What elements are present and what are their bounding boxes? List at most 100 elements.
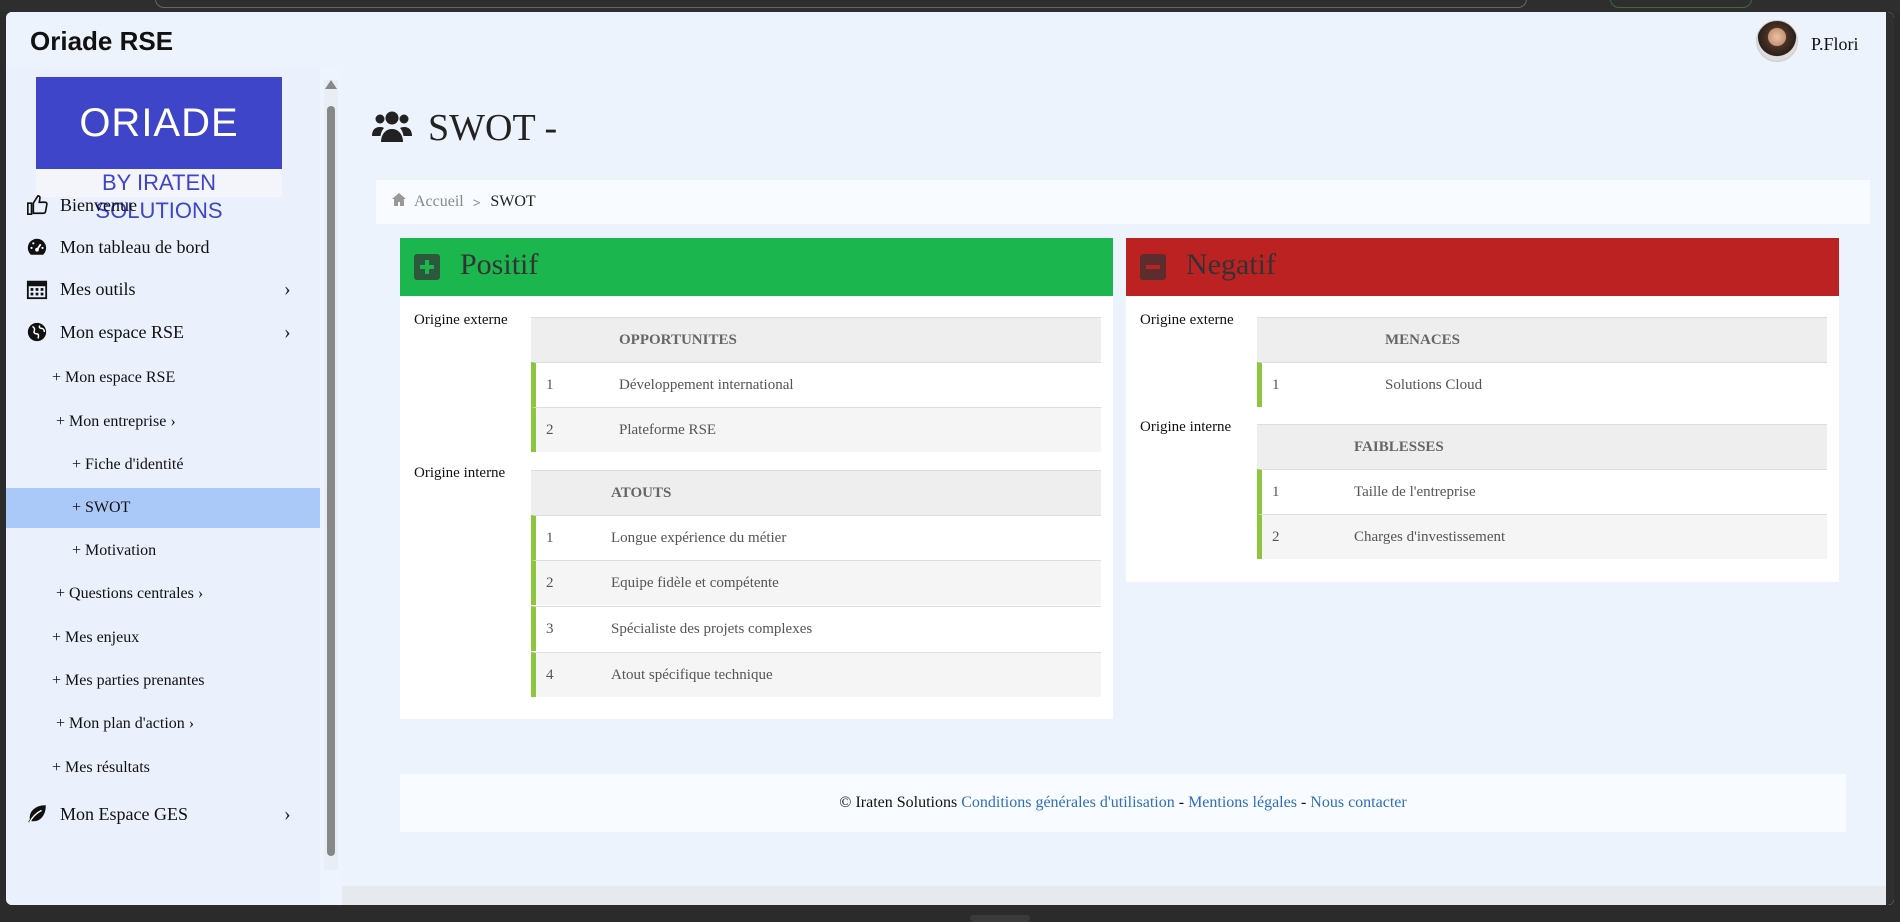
positive-panel-title: Positif xyxy=(460,248,539,281)
sidebar-item-label: Mon Espace GES xyxy=(60,803,188,824)
menaces-header: MENACES xyxy=(1257,317,1827,362)
row-number: 4 xyxy=(546,666,554,683)
page-header: SWOT - xyxy=(372,106,557,150)
footer-separator: - xyxy=(1178,794,1185,811)
sidebar-subitem-swot[interactable]: + SWOT xyxy=(6,488,320,528)
origin-externe-label: Origine externe xyxy=(414,312,508,328)
positive-panel: Positif Origine externe OPPORTUNITES 1 D… xyxy=(400,238,1113,719)
negative-panel-title: Negatif xyxy=(1186,248,1276,281)
sidebar-subitem-parties-prenantes[interactable]: + Mes parties prenantes xyxy=(6,661,320,701)
minus-icon xyxy=(1140,254,1166,280)
sidebar-item-espace-rse[interactable]: Mon espace RSE › xyxy=(6,310,320,354)
subitem-label: + Questions centrales › xyxy=(56,585,204,602)
company-logo[interactable]: ORIADE BY IRATEN SOLUTIONS xyxy=(36,77,282,223)
sidebar-item-mes-outils[interactable]: Mes outils › xyxy=(6,267,320,311)
menaces-header-label: MENACES xyxy=(1385,331,1461,348)
plus-icon xyxy=(414,254,440,280)
scrollbar-thumb[interactable] xyxy=(327,106,335,856)
sidebar-item-bienvenue[interactable]: Bienvenue xyxy=(6,183,320,227)
breadcrumb-current: SWOT xyxy=(490,193,536,210)
sidebar-scrollbar[interactable] xyxy=(324,80,338,870)
taskbar-handle[interactable] xyxy=(970,915,1030,922)
row-number: 1 xyxy=(1272,483,1280,500)
sidebar-item-espace-ges[interactable]: Mon Espace GES › xyxy=(6,792,320,836)
footer-link-mentions[interactable]: Mentions légales xyxy=(1188,794,1297,812)
sidebar-item-tableau-de-bord[interactable]: Mon tableau de bord xyxy=(6,225,320,269)
sidebar-subitem-entreprise[interactable]: + Mon entreprise › xyxy=(6,402,320,442)
table-row: 2 Equipe fidèle et compétente xyxy=(531,560,1101,605)
row-number: 1 xyxy=(546,376,554,393)
sidebar-item-label: Mon espace RSE xyxy=(60,321,184,342)
chevron-right-icon: › xyxy=(284,320,291,343)
row-number: 1 xyxy=(1272,376,1280,393)
window-right-edge xyxy=(1886,12,1894,905)
row-number: 1 xyxy=(546,529,554,546)
row-text: Atout spécifique technique xyxy=(611,666,773,683)
page-title: SWOT - xyxy=(428,107,558,149)
app-title: Oriade RSE xyxy=(30,26,174,56)
faiblesses-header: FAIBLESSES xyxy=(1257,424,1827,469)
users-icon xyxy=(372,108,412,149)
globe-icon xyxy=(24,319,50,345)
footer-link-cgu[interactable]: Conditions générales d'utilisation xyxy=(961,794,1175,812)
breadcrumb-separator: > xyxy=(472,194,481,210)
app-header: Oriade RSE P.Flori xyxy=(6,12,1894,68)
subitem-label: + Mon plan d'action › xyxy=(56,715,195,732)
taskbar-strip xyxy=(0,905,1900,922)
sidebar-subitem-motivation[interactable]: + Motivation xyxy=(6,531,320,571)
row-number: 2 xyxy=(1272,528,1280,545)
origin-externe-label: Origine externe xyxy=(1140,312,1234,328)
breadcrumb-home-link[interactable]: Accueil xyxy=(414,193,464,211)
main-bottom-bar xyxy=(342,886,1894,905)
main-content: SWOT - Accueil > SWOT Positif Origine ex… xyxy=(342,68,1894,905)
atouts-header: ATOUTS xyxy=(531,470,1101,515)
row-text: Plateforme RSE xyxy=(619,421,717,438)
sidebar-subitem-enjeux[interactable]: + Mes enjeux xyxy=(6,618,320,658)
negative-panel-header: Negatif xyxy=(1126,238,1839,296)
leaf-icon xyxy=(24,801,50,827)
app-window: Oriade RSE P.Flori ORIADE BY IRATEN SOLU… xyxy=(6,12,1894,905)
sidebar-subitem-plan-action[interactable]: + Mon plan d'action › xyxy=(6,704,320,744)
subitem-label: + Mes parties prenantes xyxy=(52,672,205,689)
sidebar-subitem-resultats[interactable]: + Mes résultats xyxy=(6,748,320,788)
footer-link-contact[interactable]: Nous contacter xyxy=(1310,794,1406,812)
breadcrumb: Accueil > SWOT xyxy=(376,180,1870,224)
chevron-right-icon: › xyxy=(284,802,291,825)
sidebar-item-label: Mes outils xyxy=(60,278,136,299)
footer-separator: - xyxy=(1300,794,1307,811)
row-text: Spécialiste des projets complexes xyxy=(611,620,813,637)
subitem-label: + Mon espace RSE xyxy=(52,369,176,386)
subitem-label: + SWOT xyxy=(72,499,131,516)
atouts-header-label: ATOUTS xyxy=(611,484,672,501)
table-row: 1 Solutions Cloud xyxy=(1257,362,1827,407)
footer: © Iraten Solutions Conditions générales … xyxy=(400,774,1846,832)
sidebar-subitem-espace-rse[interactable]: + Mon espace RSE xyxy=(6,358,320,398)
avatar[interactable] xyxy=(1756,20,1798,62)
table-row: 1 Développement international xyxy=(531,362,1101,407)
browser-top-strip xyxy=(0,0,1900,12)
table-row: 4 Atout spécifique technique xyxy=(531,652,1101,697)
row-text: Longue expérience du métier xyxy=(611,529,787,546)
footer-copyright: © Iraten Solutions xyxy=(839,794,958,811)
opportunites-header: OPPORTUNITES xyxy=(531,317,1101,362)
table-row: 1 Taille de l'entreprise xyxy=(1257,469,1827,514)
scroll-up-arrow-icon[interactable] xyxy=(325,80,337,89)
row-text: Equipe fidèle et compétente xyxy=(611,574,779,591)
logo-top-text: ORIADE xyxy=(79,100,239,145)
sidebar-subitem-fiche-identite[interactable]: + Fiche d'identité xyxy=(6,445,320,485)
user-name[interactable]: P.Flori xyxy=(1811,34,1859,55)
table-row: 2 Plateforme RSE xyxy=(531,407,1101,452)
row-number: 2 xyxy=(546,421,554,438)
negative-panel: Negatif Origine externe MENACES 1 Soluti… xyxy=(1126,238,1839,582)
browser-button[interactable] xyxy=(1610,0,1752,8)
table-row: 2 Charges d'investissement xyxy=(1257,514,1827,559)
subitem-label: + Mon entreprise › xyxy=(56,413,176,430)
browser-address-bar[interactable] xyxy=(155,0,1527,8)
subitem-label: + Fiche d'identité xyxy=(72,456,184,473)
chevron-right-icon: › xyxy=(284,277,291,300)
sidebar-subitem-questions-centrales[interactable]: + Questions centrales › xyxy=(6,574,320,614)
sidebar: ORIADE BY IRATEN SOLUTIONS Bienvenue Mon… xyxy=(6,68,320,905)
home-icon[interactable] xyxy=(392,193,406,211)
subitem-label: + Mes enjeux xyxy=(52,629,140,646)
origin-interne-label: Origine interne xyxy=(414,465,506,481)
